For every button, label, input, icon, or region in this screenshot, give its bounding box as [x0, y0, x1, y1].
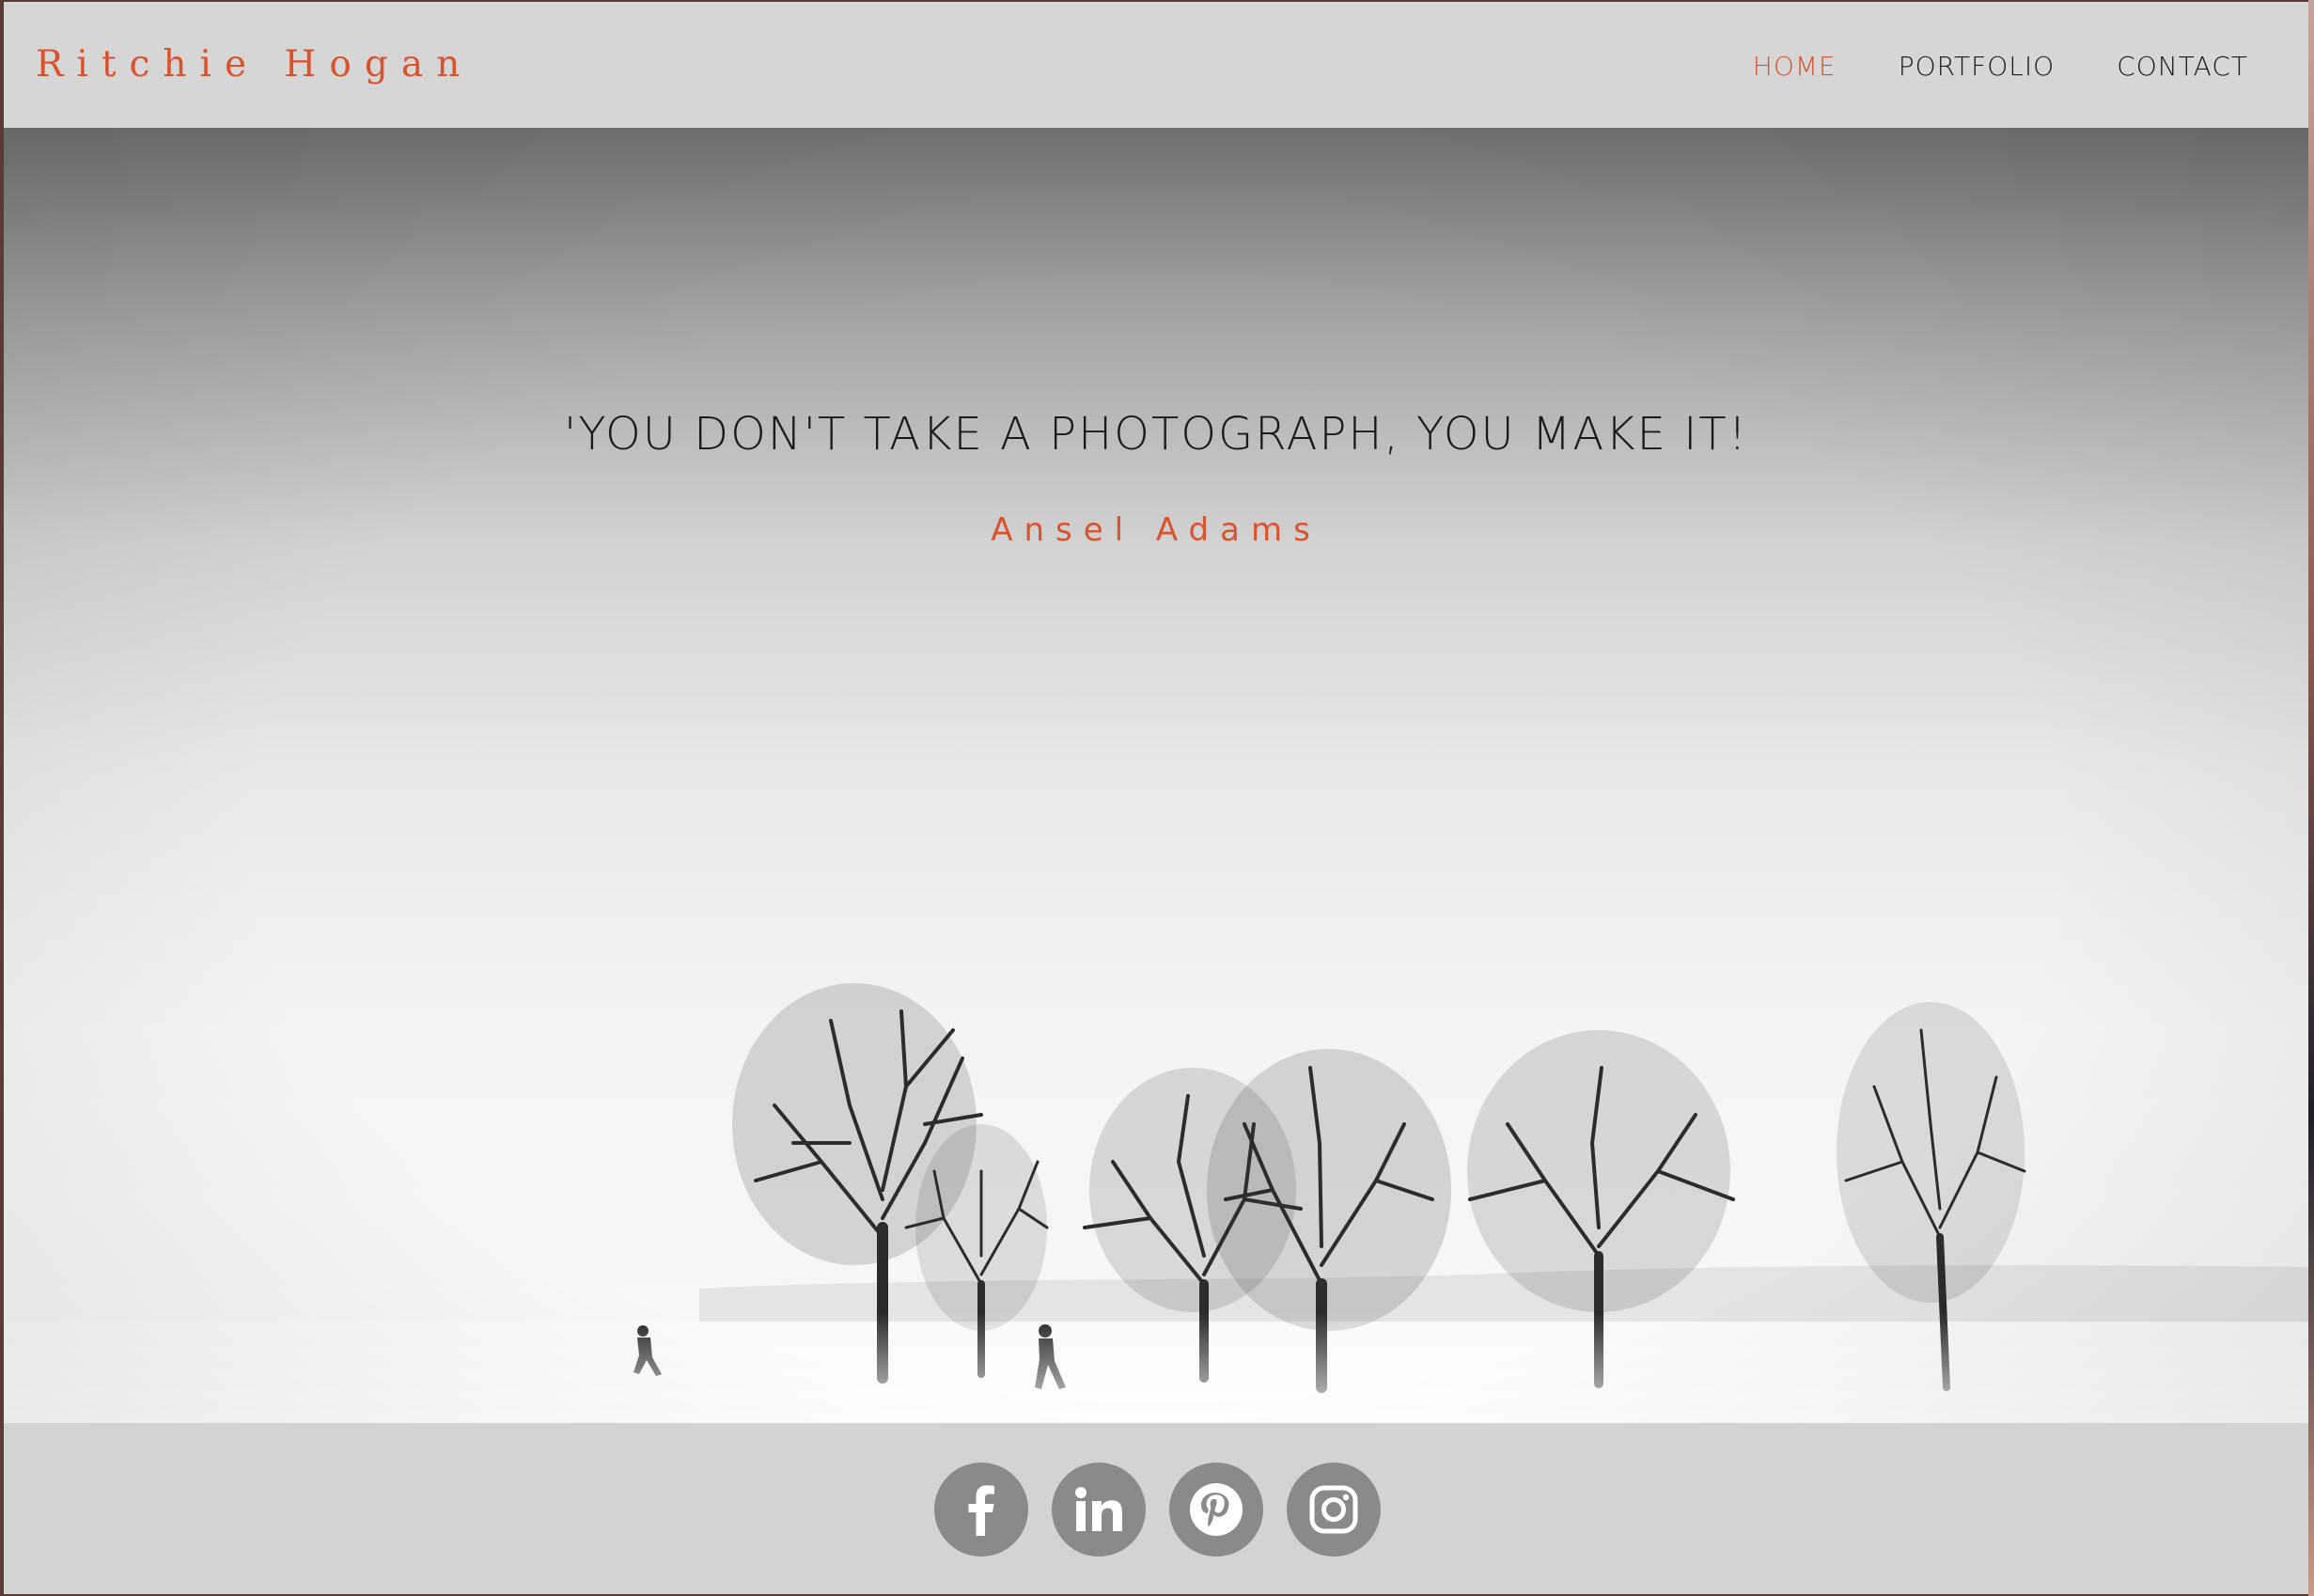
hero-vignette: [4, 128, 2308, 1423]
nav-portfolio[interactable]: PORTFOLIO: [1899, 51, 2056, 82]
window-edge: [2308, 0, 2314, 1596]
linkedin-link[interactable]: [1052, 1463, 1146, 1557]
pinterest-icon: [1190, 1483, 1243, 1536]
facebook-link[interactable]: [934, 1463, 1028, 1557]
main-nav: HOME PORTFOLIO CONTACT: [1753, 51, 2248, 82]
instagram-icon: [1309, 1485, 1358, 1534]
pinterest-link[interactable]: [1169, 1463, 1263, 1557]
facebook-icon: [968, 1485, 994, 1536]
social-links: [934, 1463, 1381, 1557]
instagram-link[interactable]: [1287, 1463, 1381, 1557]
quote-author: Ansel Adams: [991, 511, 1321, 549]
nav-contact[interactable]: CONTACT: [2117, 51, 2248, 82]
linkedin-icon: [1075, 1487, 1122, 1531]
nav-home[interactable]: HOME: [1753, 51, 1837, 82]
hero-section: 'YOU DON'T TAKE A PHOTOGRAPH, YOU MAKE I…: [4, 128, 2308, 1423]
hero-quote: 'YOU DON'T TAKE A PHOTOGRAPH, YOU MAKE I…: [564, 408, 1748, 461]
site-footer: [4, 1423, 2308, 1594]
site-header: Ritchie Hogan HOME PORTFOLIO CONTACT: [4, 2, 2308, 128]
site-logo[interactable]: Ritchie Hogan: [36, 43, 473, 86]
page: Ritchie Hogan HOME PORTFOLIO CONTACT 'YO…: [4, 2, 2308, 1594]
